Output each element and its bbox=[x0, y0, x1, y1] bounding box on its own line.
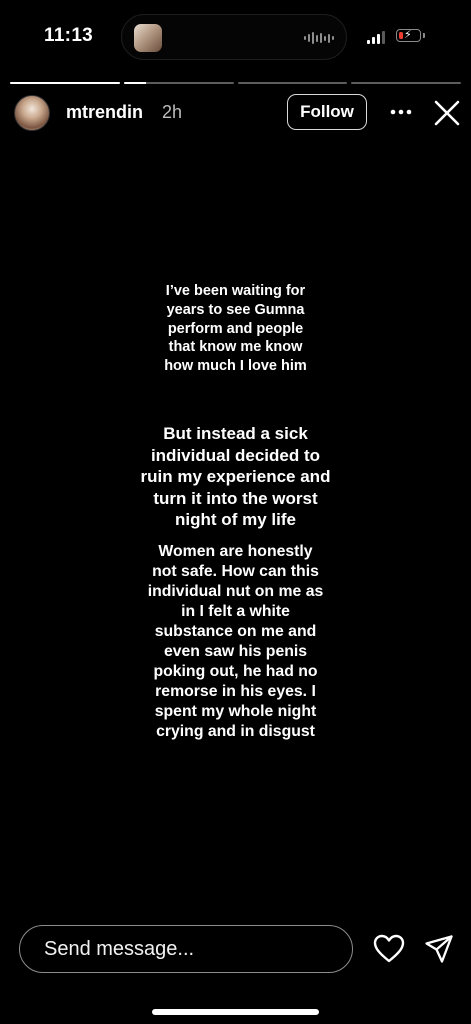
music-thumbnail bbox=[134, 24, 162, 52]
story-text-line: even saw his penis bbox=[163, 643, 308, 660]
progress-segment-active bbox=[123, 82, 234, 84]
status-bar: 11:13 ⚡ bbox=[0, 0, 471, 74]
story-text-line: ruin my experience and bbox=[140, 467, 331, 486]
battery-level-fill bbox=[398, 31, 403, 39]
story-text-line: I’ve been waiting for bbox=[165, 283, 306, 299]
send-message-placeholder: Send message... bbox=[44, 937, 195, 960]
story-text-line: that know me know bbox=[168, 339, 303, 356]
story-progress-bar bbox=[10, 82, 461, 84]
story-text-line: poking out, he had no bbox=[153, 663, 318, 680]
heart-icon[interactable] bbox=[373, 934, 405, 964]
battery-tip bbox=[423, 33, 425, 38]
story-username[interactable]: mtrendin bbox=[66, 102, 143, 123]
send-message-input[interactable]: Send message... bbox=[19, 925, 353, 973]
story-text-line: remorse in his eyes. I bbox=[155, 683, 316, 700]
dynamic-island[interactable] bbox=[121, 14, 347, 60]
story-text-line: not safe. How can this bbox=[152, 563, 319, 580]
story-text-line: turn it into the worst bbox=[153, 488, 318, 508]
follow-button[interactable]: Follow bbox=[287, 94, 367, 130]
story-text-line: Women are honestly bbox=[158, 543, 313, 560]
story-text-line: in I felt a white bbox=[181, 603, 290, 620]
story-text-block: But instead a sick individual decided to… bbox=[0, 423, 471, 531]
more-options-icon[interactable] bbox=[388, 106, 414, 118]
story-text-line: individual nut on me as bbox=[147, 583, 324, 600]
audio-waveform-icon bbox=[304, 32, 334, 44]
story-text-line: night of my life bbox=[175, 510, 296, 529]
story-text-line: years to see Gumna bbox=[166, 301, 305, 318]
progress-segment bbox=[351, 82, 461, 84]
story-text-line: crying and in disgust bbox=[156, 723, 315, 740]
home-indicator[interactable] bbox=[152, 1009, 319, 1015]
story-text-line: how much I love him bbox=[164, 358, 307, 375]
story-text-line: spent my whole night bbox=[154, 703, 317, 720]
story-text-block: Women are honestly not safe. How can thi… bbox=[0, 542, 471, 742]
story-time-ago: 2h bbox=[162, 102, 183, 122]
story-text-block: I’ve been waiting for years to see Gumna… bbox=[0, 282, 471, 376]
avatar[interactable] bbox=[14, 95, 50, 131]
story-text-line: individual decided to bbox=[150, 445, 321, 465]
close-icon[interactable] bbox=[434, 100, 460, 126]
story-text-line: But instead a sick bbox=[163, 424, 308, 443]
cellular-signal-icon bbox=[367, 31, 385, 44]
progress-segment bbox=[237, 82, 348, 84]
battery-charging-icon: ⚡ bbox=[396, 29, 421, 42]
charging-bolt-icon: ⚡ bbox=[404, 29, 412, 41]
progress-segment bbox=[10, 82, 120, 84]
send-icon[interactable] bbox=[424, 934, 454, 964]
story-text-line: substance on me and bbox=[154, 623, 317, 640]
status-time: 11:13 bbox=[44, 25, 94, 46]
story-text-line: perform and people bbox=[167, 320, 304, 337]
